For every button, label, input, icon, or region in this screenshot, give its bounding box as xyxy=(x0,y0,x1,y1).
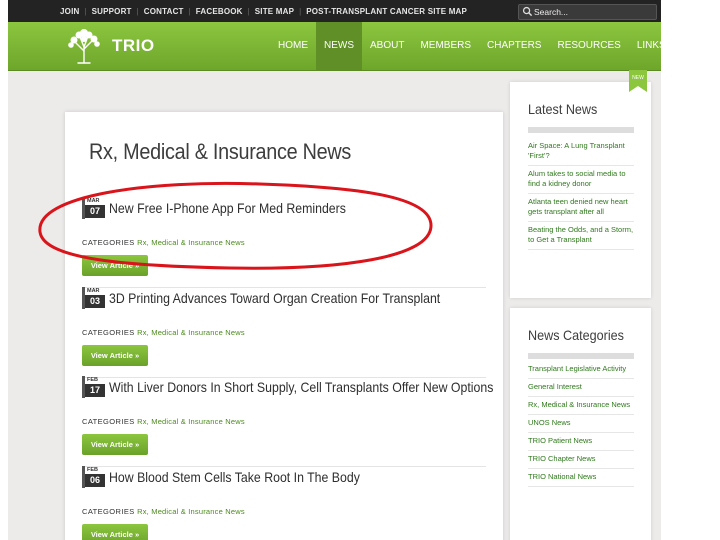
category-link[interactable]: Transplant Legislative Activity xyxy=(528,361,634,379)
utility-links: JOIN | SUPPORT | CONTACT | FACEBOOK | SITE MAP | P… xyxy=(60,0,467,22)
date-month: FEB xyxy=(87,377,98,383)
categories-label: CATEGORIES xyxy=(82,238,135,247)
search-input[interactable] xyxy=(534,5,652,19)
tree-logo-icon[interactable] xyxy=(64,27,104,65)
utility-link[interactable]: CONTACT xyxy=(144,7,184,16)
categories-label: CATEGORIES xyxy=(82,507,135,516)
search-icon xyxy=(522,6,533,17)
category-link[interactable]: UNOS News xyxy=(528,415,634,433)
utility-link[interactable]: FACEBOOK xyxy=(196,7,243,16)
utility-link[interactable]: SUPPORT xyxy=(92,7,132,16)
date-day: 17 xyxy=(85,384,105,397)
news-categories-widget: News Categories Transplant Legislative A… xyxy=(510,308,651,540)
nav-menu: HOME NEWS ABOUT MEMBERS CHAPTERS RESOURCES LIN… xyxy=(270,22,661,70)
latest-news-link[interactable]: Air Space: A Lung Transplant 'First'? xyxy=(528,138,634,166)
widget-divider xyxy=(528,127,634,133)
date-month: MAR xyxy=(87,198,100,204)
category-link[interactable]: TRIO Chapter News xyxy=(528,451,634,469)
post-categories: CATEGORIES Rx, Medical & Insurance News xyxy=(82,417,245,426)
link-separator: | xyxy=(84,6,87,16)
date-month: FEB xyxy=(87,467,98,473)
categories-label: CATEGORIES xyxy=(82,417,135,426)
post-title-link[interactable]: New Free I-Phone App For Med Reminders xyxy=(109,200,346,216)
latest-news-list: Air Space: A Lung Transplant 'First'? Alu… xyxy=(528,138,634,250)
nav-item[interactable]: LINKS xyxy=(629,22,661,70)
category-link[interactable]: Rx, Medical & Insurance News xyxy=(528,397,634,415)
nav-item[interactable]: RESOURCES xyxy=(549,22,628,70)
category-link[interactable]: Rx, Medical & Insurance News xyxy=(137,507,245,516)
category-link[interactable]: Rx, Medical & Insurance News xyxy=(137,328,245,337)
utility-bar: JOIN | SUPPORT | CONTACT | FACEBOOK | SITE MAP | P… xyxy=(8,0,661,22)
nav-item[interactable]: HOME xyxy=(270,22,316,70)
category-link[interactable]: TRIO National News xyxy=(528,469,634,487)
post-categories: CATEGORIES Rx, Medical & Insurance News xyxy=(82,328,245,337)
category-link[interactable]: Rx, Medical & Insurance News xyxy=(137,238,245,247)
utility-link[interactable]: JOIN xyxy=(60,7,79,16)
page-title: Rx, Medical & Insurance News xyxy=(89,139,352,164)
main-content: Rx, Medical & Insurance News MAR 07 New Fr… xyxy=(65,112,503,540)
new-badge-label: NEW xyxy=(632,75,644,81)
latest-news-link[interactable]: Atlanta teen denied new heart gets trans… xyxy=(528,194,634,222)
post-title-link[interactable]: 3D Printing Advances Toward Organ Creati… xyxy=(109,290,440,306)
category-link[interactable]: TRIO Patient News xyxy=(528,433,634,451)
date-day: 06 xyxy=(85,474,105,487)
nav-item[interactable]: CHAPTERS xyxy=(479,22,549,70)
main-navigation: TRIO HOME NEWS ABOUT MEMBERS CHAPTERS RESOURC… xyxy=(8,22,661,71)
date-badge: MAR 03 xyxy=(82,287,105,309)
date-badge: FEB 17 xyxy=(82,376,105,398)
latest-news-link[interactable]: Alum takes to social media to find a kid… xyxy=(528,166,634,194)
view-article-button[interactable]: View Article » xyxy=(82,345,148,366)
utility-link[interactable]: POST-TRANSPLANT CANCER SITE MAP xyxy=(306,7,467,16)
date-month: MAR xyxy=(87,288,100,294)
latest-news-title: Latest News xyxy=(528,101,598,117)
categories-label: CATEGORIES xyxy=(82,328,135,337)
widget-divider xyxy=(528,353,634,359)
date-badge: MAR 07 xyxy=(82,197,105,219)
post-categories: CATEGORIES Rx, Medical & Insurance News xyxy=(82,238,245,247)
date-badge: FEB 06 xyxy=(82,466,105,488)
date-day: 03 xyxy=(85,295,105,308)
category-link[interactable]: General Interest xyxy=(528,379,634,397)
news-categories-title: News Categories xyxy=(528,327,624,343)
post-title-link[interactable]: How Blood Stem Cells Take Root In The Bo… xyxy=(109,469,360,485)
latest-news-widget: NEW Latest News Air Space: A Lung Transp… xyxy=(510,70,651,298)
nav-item[interactable]: ABOUT xyxy=(362,22,412,70)
new-badge: NEW xyxy=(629,70,647,92)
utility-link[interactable]: SITE MAP xyxy=(255,7,294,16)
browser-page: JOIN | SUPPORT | CONTACT | FACEBOOK | SITE MAP | P… xyxy=(8,0,661,540)
news-post: MAR 07 New Free I-Phone App For Med Remind… xyxy=(82,197,486,288)
nav-item[interactable]: MEMBERS xyxy=(412,22,479,70)
post-title-link[interactable]: With Liver Donors In Short Supply, Cell … xyxy=(109,379,493,395)
view-article-button[interactable]: View Article » xyxy=(82,255,148,276)
view-article-button[interactable]: View Article » xyxy=(82,524,148,540)
news-categories-list: Transplant Legislative Activity General I… xyxy=(528,361,634,487)
link-separator: | xyxy=(299,6,302,16)
news-post: FEB 17 With Liver Donors In Short Supply, … xyxy=(82,376,493,467)
category-link[interactable]: Rx, Medical & Insurance News xyxy=(137,417,245,426)
link-separator: | xyxy=(188,6,191,16)
news-post: MAR 03 3D Printing Advances Toward Organ C… xyxy=(82,287,486,378)
link-separator: | xyxy=(247,6,250,16)
search-box[interactable] xyxy=(518,4,657,20)
post-categories: CATEGORIES Rx, Medical & Insurance News xyxy=(82,507,245,516)
link-separator: | xyxy=(136,6,139,16)
site-logo-text[interactable]: TRIO xyxy=(112,36,155,56)
latest-news-link[interactable]: Beating the Odds, and a Storm, to Get a … xyxy=(528,222,634,250)
view-article-button[interactable]: View Article » xyxy=(82,434,148,455)
nav-item[interactable]: NEWS xyxy=(316,22,362,70)
date-day: 07 xyxy=(85,205,105,218)
news-post: FEB 06 How Blood Stem Cells Take Root In T… xyxy=(82,466,486,540)
